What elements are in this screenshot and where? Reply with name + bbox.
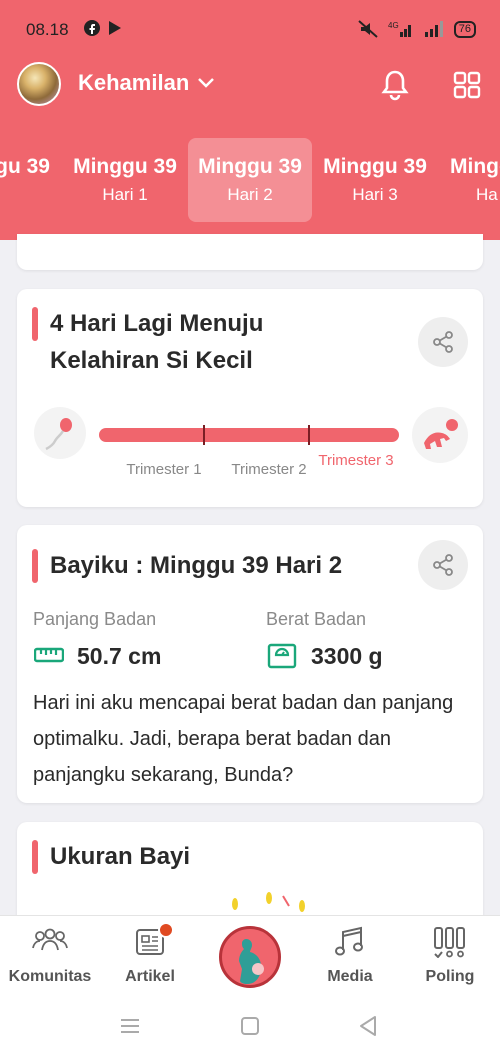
mute-icon [358, 20, 378, 38]
week-tab-partial-right[interactable]: Mingg Ha [438, 138, 500, 222]
heading-accent [32, 840, 38, 874]
home-icon[interactable] [240, 1016, 260, 1036]
trimester-divider [203, 425, 205, 445]
nav-media[interactable]: Media [300, 916, 400, 996]
music-icon [335, 926, 363, 956]
pregnancy-center-icon [239, 939, 264, 984]
heading-accent [32, 549, 38, 583]
status-bar: 08.18 4G 76 [0, 0, 500, 62]
play-store-icon [109, 21, 121, 35]
poll-icon [434, 927, 465, 958]
baby-heading: Bayiku : Minggu 39 Hari 2 [50, 552, 343, 579]
week-tab-selected[interactable]: Minggu 39 Hari 2 [188, 138, 312, 222]
length-label: Panjang Badan [33, 609, 157, 629]
ruler-icon [34, 647, 64, 663]
bell-icon[interactable] [378, 68, 412, 102]
status-notification-icons [84, 20, 122, 36]
signal-4g-icon: 4G [388, 21, 411, 37]
nav-poling[interactable]: Poling [400, 916, 500, 996]
countdown-heading: 4 Hari Lagi Menuju Kelahiran Si Kecil [50, 310, 264, 374]
length-value: 50.7 cm [77, 643, 162, 669]
share-button[interactable] [418, 540, 468, 590]
countdown-card: 4 Hari Lagi Menuju Kelahiran Si Kecil Tr… [17, 289, 483, 507]
week-day-selector: gu 39 Minggu 39 Hari 1 Minggu 39 Hari 2 … [0, 138, 500, 222]
share-icon [433, 331, 453, 353]
baby-crawling-icon [412, 407, 468, 463]
weight-label: Berat Badan [266, 609, 367, 629]
pregnancy-center-button[interactable] [219, 926, 281, 988]
share-icon [433, 554, 453, 576]
heading-accent [32, 307, 38, 341]
trimester-1-label: Trimester 1 [126, 461, 202, 478]
app-title: Kehamilan [78, 70, 190, 95]
trimester-2-label: Trimester 2 [231, 461, 307, 478]
facebook-icon [84, 20, 100, 36]
trimester-divider [308, 425, 310, 445]
bottom-navigation: Komunitas Artikel Media Poling [0, 915, 500, 995]
conception-icon [34, 407, 86, 459]
baby-stats-card: Bayiku : Minggu 39 Hari 2 Panjang Badan … [17, 525, 483, 803]
baby-description: Hari ini aku mencapai berat badan dan pa… [33, 692, 454, 786]
scale-icon [267, 643, 297, 669]
grid-menu-icon[interactable] [452, 70, 482, 100]
weight-value: 3300 g [311, 643, 383, 669]
nav-komunitas[interactable]: Komunitas [0, 916, 100, 996]
trimester-3-label: Trimester 3 [318, 452, 394, 469]
back-icon[interactable] [358, 1015, 378, 1037]
sparkle-icon [232, 892, 305, 912]
recent-apps-icon[interactable] [119, 1017, 141, 1035]
svg-text:4G: 4G [388, 21, 399, 30]
previous-card [17, 234, 483, 270]
pregnancy-mode-dropdown[interactable]: Kehamilan [78, 70, 215, 96]
chevron-down-icon [198, 78, 215, 88]
battery-indicator: 76 [453, 20, 476, 38]
community-icon [32, 928, 68, 951]
status-system-icons: 4G 76 [358, 20, 476, 38]
pregnancy-progress-bar [99, 425, 399, 445]
nav-artikel[interactable]: Artikel [100, 916, 200, 996]
status-time: 08.18 [26, 20, 69, 39]
week-tab[interactable]: Minggu 39 Hari 3 [313, 138, 437, 222]
app-header: 08.18 4G 76 Kehamilan gu 39 Minggu 39 Ha… [0, 0, 500, 240]
week-tab[interactable]: Minggu 39 Hari 1 [63, 138, 187, 222]
week-tab-partial-left[interactable]: gu 39 [0, 138, 52, 222]
signal-icon [424, 21, 443, 37]
system-navigation-bar [0, 995, 500, 1056]
share-button[interactable] [418, 317, 468, 367]
top-bar: Kehamilan [0, 60, 500, 110]
size-heading: Ukuran Bayi [50, 843, 191, 870]
notification-badge [158, 922, 174, 938]
avatar[interactable] [17, 62, 61, 106]
